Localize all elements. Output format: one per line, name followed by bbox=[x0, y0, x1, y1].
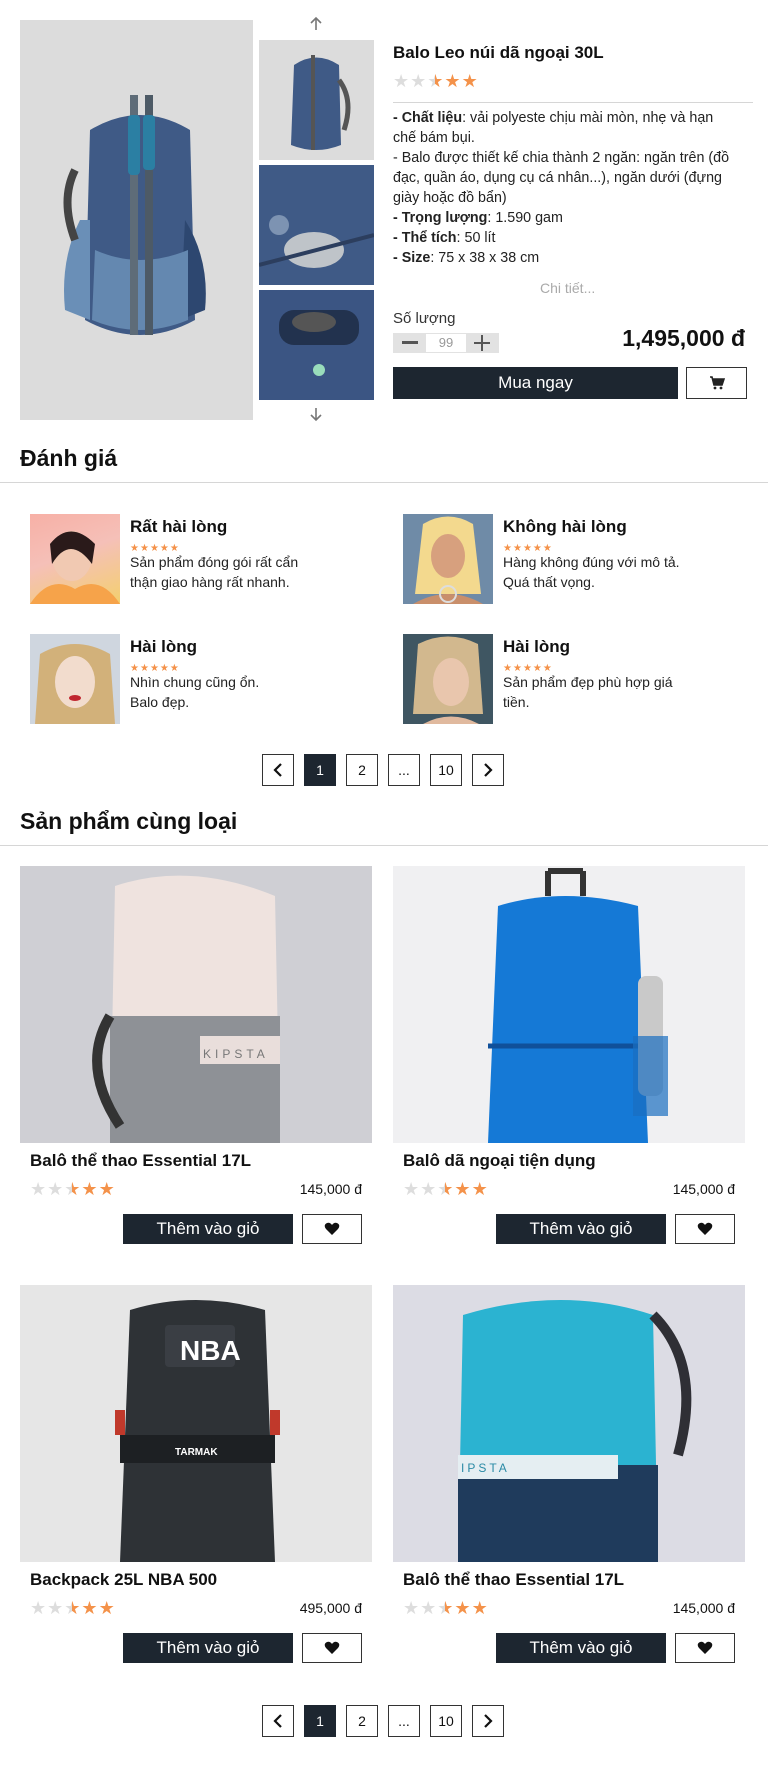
page-button-1[interactable]: 1 bbox=[304, 754, 336, 786]
star-icon: ★ bbox=[410, 71, 427, 91]
product-rating: ★★★★★ bbox=[30, 1598, 115, 1618]
plus-icon[interactable] bbox=[466, 334, 498, 352]
add-to-cart-button[interactable]: Thêm vào giỏ bbox=[123, 1214, 293, 1244]
thumbnail-2[interactable] bbox=[259, 165, 374, 285]
heart-icon bbox=[324, 1222, 340, 1235]
product-name[interactable]: Balô thể thao Essential 17L bbox=[403, 1570, 624, 1590]
divider bbox=[0, 482, 768, 483]
review-title: Hài lòng bbox=[503, 637, 571, 656]
desc-line: - Chất liệu: vải polyeste chịu mài mòn, … bbox=[393, 110, 714, 126]
thumbnail-3[interactable] bbox=[259, 290, 374, 400]
star-icon: ★ bbox=[427, 71, 444, 91]
product-price: 145,000 đ bbox=[672, 1181, 735, 1197]
review-text: Hàng không đúng với mô tả. Quá thất vọng. bbox=[503, 554, 680, 590]
review-text: Sản phẩm đẹp phù hợp giá tiền. bbox=[503, 674, 673, 710]
review-title: Rất hài lòng bbox=[130, 517, 228, 536]
pagination: 1 2 ... 10 bbox=[262, 754, 504, 786]
page-ellipsis: ... bbox=[388, 1705, 420, 1737]
review-text: Nhìn chung cũng ổn. Balo đẹp. bbox=[130, 674, 260, 710]
product-description: - Chất liệu: vải polyeste chịu mài mòn, … bbox=[393, 108, 755, 268]
chevron-left-icon[interactable] bbox=[262, 1705, 294, 1737]
product-rating: ★★★★★ bbox=[30, 1179, 115, 1199]
product-name[interactable]: Backpack 25L NBA 500 bbox=[30, 1570, 217, 1590]
chevron-right-icon[interactable] bbox=[472, 1705, 504, 1737]
main-product-image bbox=[20, 20, 253, 420]
quantity-stepper[interactable]: 99 bbox=[393, 333, 499, 353]
divider bbox=[0, 845, 768, 846]
details-link[interactable]: Chi tiết... bbox=[540, 280, 595, 296]
desc-line: - Trọng lượng: 1.590 gam bbox=[393, 210, 563, 226]
page-button-last[interactable]: 10 bbox=[430, 754, 462, 786]
page-button-last[interactable]: 10 bbox=[430, 1705, 462, 1737]
page-button-1[interactable]: 1 bbox=[304, 1705, 336, 1737]
product-price: 145,000 đ bbox=[672, 1600, 735, 1616]
product-rating: ★★★★★ bbox=[403, 1179, 488, 1199]
avatar bbox=[30, 634, 120, 724]
brand-text: IPSTA bbox=[461, 1461, 510, 1475]
brand-text: KIPSTA bbox=[203, 1047, 269, 1061]
related-heading: Sản phẩm cùng loại bbox=[20, 808, 238, 834]
brand-text: TARMAK bbox=[175, 1447, 218, 1458]
add-to-cart-button[interactable] bbox=[686, 367, 747, 399]
pagination: 1 2 ... 10 bbox=[262, 1705, 504, 1737]
product-name[interactable]: Balô thể thao Essential 17L bbox=[30, 1151, 251, 1171]
page-button-2[interactable]: 2 bbox=[346, 754, 378, 786]
product-price: 1,495,000 đ bbox=[622, 325, 745, 351]
wishlist-button[interactable] bbox=[302, 1214, 362, 1244]
page-button-2[interactable]: 2 bbox=[346, 1705, 378, 1737]
add-to-cart-button[interactable]: Thêm vào giỏ bbox=[123, 1633, 293, 1663]
product-name[interactable]: Balô dã ngoại tiện dụng bbox=[403, 1151, 596, 1171]
desc-line: - Balo được thiết kế chia thành 2 ngăn: … bbox=[393, 150, 730, 166]
product-image[interactable]: NBA TARMAK bbox=[20, 1285, 372, 1562]
chevron-right-icon[interactable] bbox=[472, 754, 504, 786]
review-title: Không hài lòng bbox=[503, 517, 627, 536]
quantity-label: Số lượng bbox=[393, 310, 456, 327]
cart-icon bbox=[709, 376, 725, 390]
arrow-down-icon[interactable] bbox=[309, 406, 323, 422]
chevron-left-icon[interactable] bbox=[262, 754, 294, 786]
avatar bbox=[403, 634, 493, 724]
buy-now-button[interactable]: Mua ngay bbox=[393, 367, 678, 399]
product-image[interactable]: IPSTA bbox=[393, 1285, 745, 1562]
heart-icon bbox=[697, 1222, 713, 1235]
add-to-cart-button[interactable]: Thêm vào giỏ bbox=[496, 1633, 666, 1663]
product-price: 145,000 đ bbox=[299, 1181, 362, 1197]
avatar bbox=[403, 514, 493, 604]
arrow-up-icon[interactable] bbox=[309, 16, 323, 32]
quantity-input[interactable]: 99 bbox=[426, 334, 466, 352]
backpack-illustration bbox=[63, 95, 206, 335]
product-rating: ★★★★★ bbox=[403, 1598, 488, 1618]
add-to-cart-button[interactable]: Thêm vào giỏ bbox=[496, 1214, 666, 1244]
wishlist-button[interactable] bbox=[675, 1633, 735, 1663]
desc-line: - Thể tích: 50 lít bbox=[393, 230, 496, 246]
wishlist-button[interactable] bbox=[675, 1214, 735, 1244]
star-icon: ★ bbox=[393, 71, 410, 91]
heart-icon bbox=[324, 1641, 340, 1654]
page-ellipsis: ... bbox=[388, 754, 420, 786]
reviews-heading: Đánh giá bbox=[20, 445, 118, 471]
star-icon: ★ bbox=[461, 71, 478, 91]
desc-line: - Size: 75 x 38 x 38 cm bbox=[393, 250, 540, 266]
product-page: Balo Leo núi dã ngoại 30L ★★★★★ - Chất l… bbox=[0, 0, 768, 1773]
brand-text: NBA bbox=[180, 1335, 241, 1366]
wishlist-button[interactable] bbox=[302, 1633, 362, 1663]
desc-line: giày hoặc đồ bẩn) bbox=[393, 190, 507, 206]
desc-line: chế bám bụi. bbox=[393, 130, 475, 146]
product-price: 495,000 đ bbox=[299, 1600, 362, 1616]
review-title: Hài lòng bbox=[130, 637, 198, 656]
product-rating: ★★★★★ bbox=[393, 72, 479, 92]
review-text: Sản phẩm đóng gói rất cẩn thận giao hàng … bbox=[130, 554, 299, 590]
product-image[interactable] bbox=[393, 866, 745, 1143]
thumbnail-1[interactable] bbox=[259, 40, 374, 160]
avatar bbox=[30, 514, 120, 604]
product-title: Balo Leo núi dã ngoại 30L bbox=[393, 43, 604, 62]
product-image[interactable]: KIPSTA bbox=[20, 866, 372, 1143]
minus-icon[interactable] bbox=[394, 334, 426, 352]
desc-line: đạc, quần áo, dụng cụ cá nhân...), ngăn … bbox=[393, 170, 722, 186]
divider bbox=[393, 102, 753, 103]
heart-icon bbox=[697, 1641, 713, 1654]
star-icon: ★ bbox=[444, 71, 461, 91]
